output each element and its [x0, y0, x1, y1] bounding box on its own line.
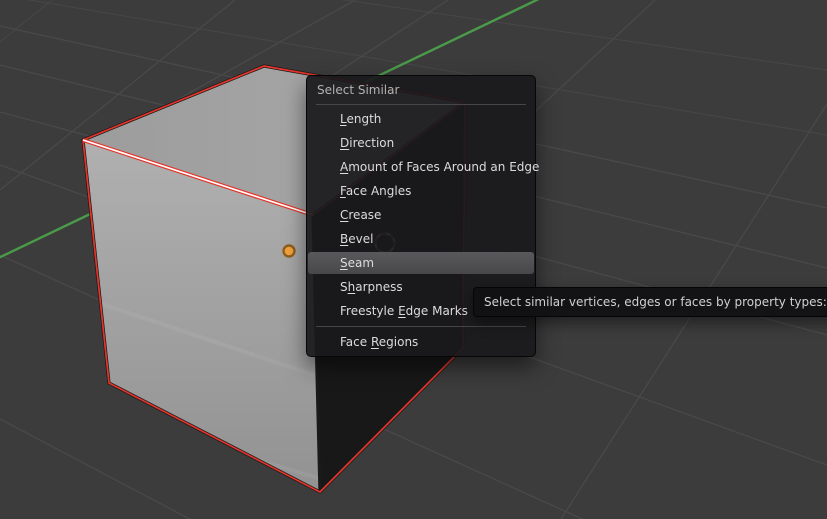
- menu-title: Select Similar: [317, 83, 400, 97]
- menu-item-bevel[interactable]: Bevel: [307, 227, 535, 251]
- menu-item-crease[interactable]: Crease: [307, 203, 535, 227]
- menu-item-face-regions[interactable]: Face Regions: [307, 330, 535, 354]
- menu-separator-2: [316, 326, 526, 327]
- menu-item-seam[interactable]: Seam: [308, 252, 534, 274]
- menu-item-amount-of-faces[interactable]: Amount of Faces Around an Edge: [307, 155, 539, 179]
- menu-separator: [316, 104, 526, 105]
- blender-viewport-screen: { "colors": { "bg": "#3c3c3c", "grid": "…: [0, 0, 827, 519]
- menu-item-direction[interactable]: Direction: [307, 131, 535, 155]
- menu-item-length[interactable]: Length: [307, 107, 535, 131]
- menu-item-face-angles[interactable]: Face Angles: [307, 179, 535, 203]
- tooltip-text: Select similar vertices, edges or faces …: [484, 295, 827, 309]
- origin-dot[interactable]: [282, 244, 296, 258]
- tooltip: Select similar vertices, edges or faces …: [473, 287, 827, 317]
